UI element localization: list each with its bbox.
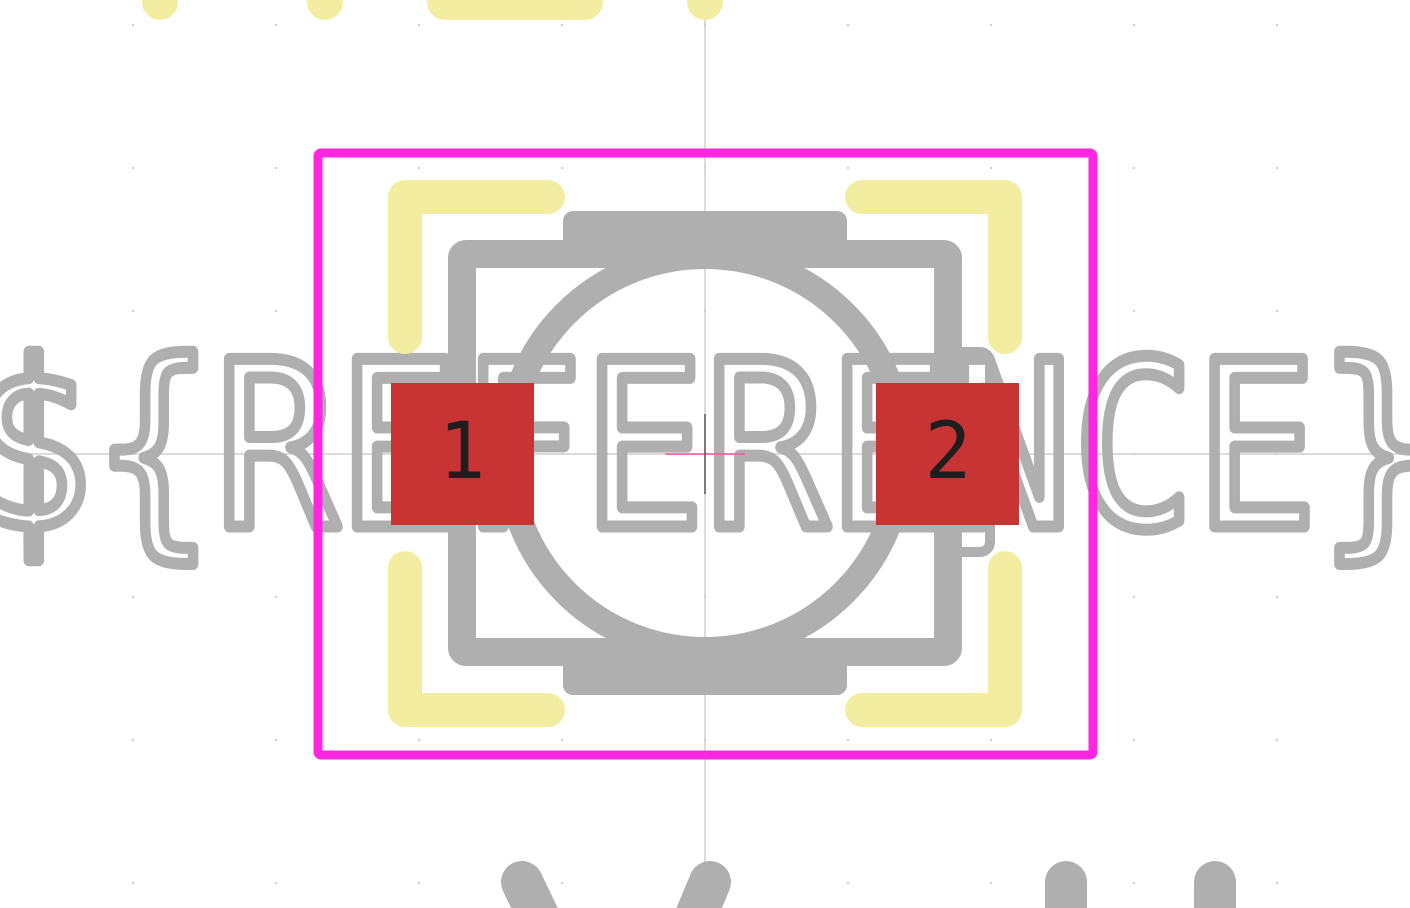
- pad-2-number: 2: [925, 407, 972, 497]
- grid-dot: [131, 881, 135, 885]
- fab-value-fragments: [501, 861, 1236, 908]
- grid-dot: [131, 166, 135, 170]
- grid-dot: [1132, 881, 1136, 885]
- grid-dot: [131, 309, 135, 313]
- grid-dot: [846, 738, 850, 742]
- grid-dot: [417, 881, 421, 885]
- silkscreen-top-fragments: [142, 0, 723, 20]
- grid-dot: [989, 23, 993, 27]
- grid-dot: [846, 881, 850, 885]
- grid-dot: [274, 881, 278, 885]
- grid-dot: [274, 23, 278, 27]
- grid-dot: [417, 166, 421, 170]
- grid-dot: [274, 595, 278, 599]
- grid-dot: [1132, 595, 1136, 599]
- grid-dot: [131, 738, 135, 742]
- grid-dot: [846, 23, 850, 27]
- grid-dot: [131, 23, 135, 27]
- grid-dot: [274, 738, 278, 742]
- grid-dot: [1275, 23, 1279, 27]
- grid-dot: [846, 166, 850, 170]
- grid-dot: [417, 738, 421, 742]
- pad-1-number: 1: [439, 407, 486, 497]
- grid-dot: [989, 738, 993, 742]
- grid-dot: [1275, 595, 1279, 599]
- grid-dot: [1275, 166, 1279, 170]
- grid-dot: [560, 166, 564, 170]
- grid-dot: [417, 23, 421, 27]
- grid-dot: [560, 738, 564, 742]
- grid-dot: [989, 166, 993, 170]
- grid-dot: [560, 23, 564, 27]
- footprint-canvas[interactable]: ${REFERENCE} 1 2: [0, 0, 1410, 908]
- pad-1[interactable]: 1: [391, 383, 534, 525]
- grid-dot: [1132, 23, 1136, 27]
- grid-dot: [274, 309, 278, 313]
- grid-dot: [560, 881, 564, 885]
- grid-dot: [1275, 881, 1279, 885]
- grid-dot: [1132, 166, 1136, 170]
- grid-dot: [989, 881, 993, 885]
- grid-dot: [131, 595, 135, 599]
- grid-dot: [1132, 738, 1136, 742]
- pad-2[interactable]: 2: [876, 383, 1019, 525]
- grid-dot: [1132, 309, 1136, 313]
- grid-dot: [1275, 309, 1279, 313]
- grid-dot: [1275, 738, 1279, 742]
- grid-dot: [274, 166, 278, 170]
